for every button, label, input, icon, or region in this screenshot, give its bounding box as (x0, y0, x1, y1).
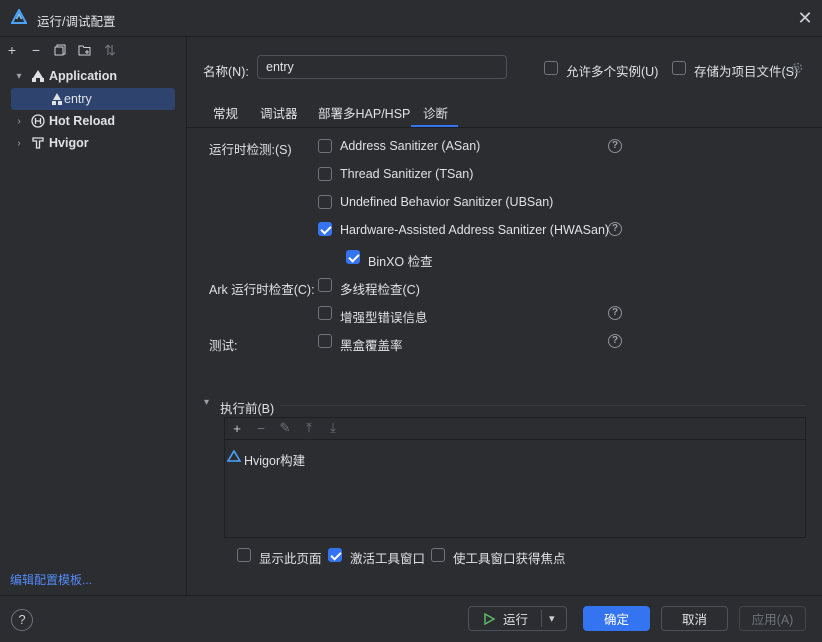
show-page-checkbox[interactable] (237, 548, 251, 562)
store-as-file-label: 存储为项目文件(S) (694, 65, 799, 79)
ubsan-checkbox[interactable] (318, 195, 332, 209)
apply-button[interactable]: 应用(A) (739, 606, 806, 631)
focus-tool-window-label: 使工具窗口获得焦点 (453, 552, 566, 566)
ubsan-label: Undefined Behavior Sanitizer (UBSan) (340, 195, 554, 209)
chevron-down-icon[interactable]: ▾ (549, 612, 555, 625)
hwasan-label: Hardware-Assisted Address Sanitizer (HWA… (340, 223, 610, 237)
store-as-file-checkbox[interactable] (672, 61, 686, 75)
hot-reload-icon (31, 114, 45, 128)
tree-label-hvigor: Hvigor (49, 136, 89, 150)
help-icon[interactable]: ? (608, 306, 622, 320)
hvigor-icon (32, 137, 44, 149)
activate-tool-window-checkbox[interactable] (328, 548, 342, 562)
gear-icon[interactable] (790, 61, 804, 75)
move-down-icon[interactable]: ⤓ (325, 420, 341, 436)
run-button[interactable]: 运行 ▾ (468, 606, 567, 631)
binxo-label: BinXO 检查 (368, 255, 433, 269)
name-input[interactable] (257, 55, 507, 79)
footer-divider (0, 595, 822, 596)
tree-item-application[interactable]: ▾ Application (0, 65, 186, 87)
enhanced-errors-checkbox[interactable] (318, 306, 332, 320)
help-icon[interactable]: ? (608, 222, 622, 236)
config-tree-panel: + − ⇅ ▾ Application entry › Hot Reload ›… (0, 37, 186, 595)
window-title: 运行/调试配置 (37, 15, 116, 29)
tab-general[interactable]: 常规 (213, 103, 238, 122)
help-icon[interactable]: ? (608, 139, 622, 153)
tree-item-hot-reload[interactable]: › Hot Reload (0, 110, 186, 132)
asan-checkbox[interactable] (318, 139, 332, 153)
harmony-app-icon (32, 70, 44, 82)
chevron-right-icon[interactable]: › (13, 116, 25, 127)
tree-label-hot-reload: Hot Reload (49, 114, 115, 128)
tsan-checkbox[interactable] (318, 167, 332, 181)
before-launch-divider (280, 405, 806, 406)
harmony-module-icon (52, 93, 62, 105)
add-icon[interactable]: + (229, 420, 245, 436)
folder-add-icon[interactable] (76, 41, 94, 59)
tsan-label: Thread Sanitizer (TSan) (340, 167, 474, 181)
add-icon[interactable]: + (3, 41, 21, 59)
chevron-right-icon[interactable]: › (13, 138, 25, 149)
binxo-checkbox[interactable] (346, 250, 360, 264)
tab-deploy[interactable]: 部署多HAP/HSP (318, 103, 410, 122)
ark-check-label: Ark 运行时检查(C): (209, 283, 315, 297)
blackbox-label: 黑盒覆盖率 (340, 339, 403, 353)
test-label: 测试: (209, 339, 238, 353)
tree-label-application: Application (49, 69, 118, 83)
tab-debugger[interactable]: 调试器 (260, 103, 298, 122)
sort-icon[interactable]: ⇅ (101, 41, 119, 59)
copy-icon[interactable] (51, 41, 69, 59)
name-label: 名称(N): (203, 65, 249, 79)
hvigor-build-icon (227, 450, 241, 462)
tab-divider (187, 127, 822, 128)
show-page-label: 显示此页面 (259, 552, 322, 566)
allow-multiple-label: 允许多个实例(U) (566, 65, 659, 79)
multithread-checkbox[interactable] (318, 278, 332, 292)
allow-multiple-checkbox[interactable] (544, 61, 558, 75)
hwasan-checkbox[interactable] (318, 222, 332, 236)
run-label: 运行 (503, 613, 529, 627)
focus-tool-window-checkbox[interactable] (431, 548, 445, 562)
asan-label: Address Sanitizer (ASan) (340, 139, 481, 153)
tab-diagnostics[interactable]: 诊断 (423, 103, 448, 122)
edit-icon[interactable]: ✎ (277, 420, 293, 436)
edit-templates-link[interactable]: 编辑配置模板... (10, 571, 92, 588)
chevron-down-icon[interactable]: ▾ (13, 71, 25, 82)
tree-label-entry: entry (64, 92, 92, 106)
cancel-button[interactable]: 取消 (661, 606, 728, 631)
multithread-label: 多线程检查(C) (340, 283, 420, 297)
help-button[interactable]: ? (11, 609, 33, 631)
hvigor-build-task[interactable]: Hvigor构建 (244, 450, 305, 469)
remove-icon[interactable]: − (253, 420, 269, 436)
runtime-check-label: 运行时检测:(S) (209, 143, 292, 157)
deveco-logo-icon (11, 9, 27, 24)
blackbox-checkbox[interactable] (318, 334, 332, 348)
activate-tool-window-label: 激活工具窗口 (350, 552, 426, 566)
help-icon[interactable]: ? (608, 334, 622, 348)
before-launch-label: 执行前(B) (220, 402, 275, 416)
panel-divider (186, 37, 187, 595)
before-launch-toolbar: + − ✎ ⤒ ⤓ (225, 418, 805, 440)
ok-button[interactable]: 确定 (583, 606, 650, 631)
title-bar (0, 0, 822, 36)
tree-item-entry[interactable]: entry (11, 88, 175, 110)
enhanced-errors-label: 增强型错误信息 (340, 311, 428, 325)
tree-item-hvigor[interactable]: › Hvigor (0, 132, 186, 154)
remove-icon[interactable]: − (27, 41, 45, 59)
move-up-icon[interactable]: ⤒ (301, 420, 317, 436)
close-icon[interactable]: ✕ (796, 8, 814, 28)
run-icon (484, 612, 496, 625)
chevron-down-icon[interactable]: ▾ (204, 397, 209, 408)
